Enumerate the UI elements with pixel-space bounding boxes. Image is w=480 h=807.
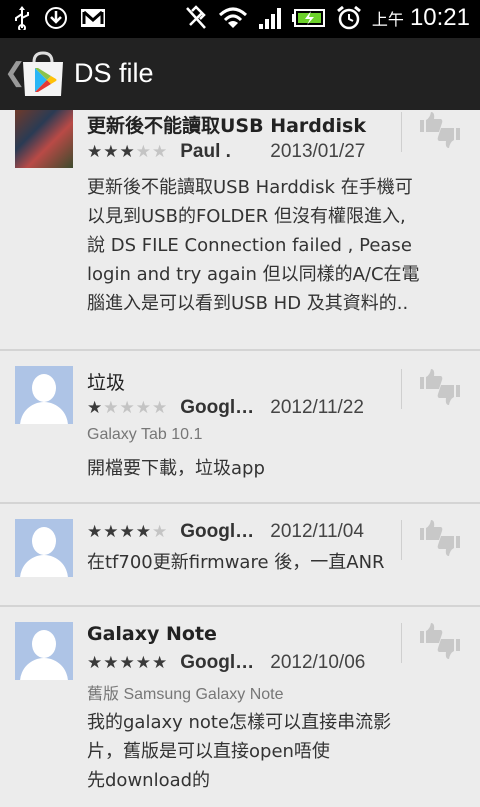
review-date: 2012/10/06 (270, 652, 366, 673)
star-rating: ★★★★★ (87, 142, 168, 162)
thumbs-up-down-icon[interactable] (418, 110, 462, 150)
star-empty-icon: ★ (135, 142, 152, 162)
star-rating: ★★★★★ (87, 653, 168, 673)
signal-icon (258, 8, 281, 29)
star-rating: ★★★★★ (87, 522, 168, 542)
review-title: 更新後不能讀取USB Harddisk (87, 115, 366, 137)
star-empty-icon: ★ (119, 398, 136, 418)
review-body-line: 片，舊版是可以直接open唔使 (87, 741, 330, 762)
review-body-line: 說 DS FILE Connection failed , Pease (87, 235, 412, 256)
review-item: 更新後不能讀取USB Harddisk ★★★★★ Paul . 2013/01… (0, 110, 480, 351)
star-empty-icon: ★ (103, 398, 120, 418)
review-body-line: 我的galaxy note怎樣可以直接串流影 (87, 712, 392, 733)
star-filled-icon: ★ (87, 398, 104, 418)
action-bar: ❮ DS file (0, 38, 480, 110)
star-filled-icon: ★ (119, 522, 136, 542)
thumbs-divider (401, 369, 402, 409)
avatar (15, 110, 73, 168)
star-filled-icon: ★ (119, 142, 136, 162)
review-meta: ★★★★★ Googl… 2012/11/04 (87, 520, 397, 544)
star-filled-icon: ★ (135, 522, 152, 542)
avatar (15, 366, 73, 424)
review-body-line: login and try again 但以同樣的A/C在電 (87, 264, 420, 285)
download-icon (45, 7, 67, 29)
star-filled-icon: ★ (103, 142, 120, 162)
review-date: 2013/01/27 (270, 141, 366, 162)
thumbs-up-down-icon[interactable] (418, 621, 462, 661)
review-author: Googl… (180, 397, 255, 418)
play-store-logo[interactable] (20, 50, 66, 98)
star-filled-icon: ★ (103, 653, 120, 673)
review-body-line: 以見到USB的FOLDER 但沒有權限進入, (87, 206, 406, 227)
avatar (15, 519, 73, 577)
usb-icon (15, 6, 29, 30)
review-item: ★★★★★ Googl… 2012/11/04 在tf700更新firmware… (0, 504, 480, 607)
star-filled-icon: ★ (119, 653, 136, 673)
thumbs-divider (401, 520, 402, 560)
star-filled-icon: ★ (152, 653, 169, 673)
review-body-line: 腦進入是可以看到USB HD 及其資料的.. (87, 293, 409, 314)
review-body: 我的galaxy note怎樣可以直接串流影 片，舊版是可以直接open唔使 先do… (87, 708, 467, 795)
review-item: Galaxy Note ★★★★★ Googl… 2012/10/06 舊版 S… (0, 607, 480, 807)
star-filled-icon: ★ (103, 522, 120, 542)
status-bar: 上午 10:21 (0, 0, 480, 38)
review-item: 垃圾 ★★★★★ Googl… 2012/11/22 Galaxy Tab 10… (0, 351, 480, 504)
review-body: 更新後不能讀取USB Harddisk 在手機可 以見到USB的FOLDER 但沒… (87, 173, 467, 318)
review-list[interactable]: 更新後不能讀取USB Harddisk ★★★★★ Paul . 2013/01… (0, 110, 480, 807)
review-author: Googl… (180, 652, 255, 673)
review-title: 垃圾 (87, 372, 126, 394)
review-title: Galaxy Note (87, 623, 217, 645)
gmail-icon (81, 9, 105, 27)
review-meta: ★★★★★ Googl… 2012/11/22 (87, 396, 397, 420)
review-date: 2012/11/04 (270, 521, 364, 542)
star-empty-icon: ★ (152, 398, 169, 418)
star-rating: ★★★★★ (87, 398, 168, 418)
vibrate-off-icon (185, 5, 206, 29)
review-body-line: 更新後不能讀取USB Harddisk 在手機可 (87, 177, 413, 198)
star-empty-icon: ★ (135, 398, 152, 418)
thumbs-divider (401, 112, 402, 152)
star-filled-icon: ★ (87, 522, 104, 542)
star-empty-icon: ★ (152, 142, 169, 162)
review-device: Galaxy Tab 10.1 (87, 426, 203, 443)
clock: 10:21 (409, 4, 470, 31)
thumbs-divider (401, 623, 402, 663)
wifi-icon (218, 7, 247, 28)
review-body: 在tf700更新firmware 後，一直ANR (87, 548, 467, 577)
star-filled-icon: ★ (87, 653, 104, 673)
review-body-line: 在tf700更新firmware 後，一直ANR (87, 552, 385, 573)
review-body: 開檔要下載，垃圾app (87, 454, 467, 483)
review-body-line: 開檔要下載，垃圾app (87, 458, 265, 479)
ampm-label: 上午 (371, 10, 404, 29)
star-filled-icon: ★ (135, 653, 152, 673)
review-author: Paul . (180, 141, 231, 162)
star-empty-icon: ★ (152, 522, 169, 542)
avatar (15, 622, 73, 680)
page-title: DS file (74, 58, 154, 88)
battery-icon (291, 9, 325, 27)
review-body-line: 先download的 (87, 770, 211, 791)
alarm-icon (336, 5, 361, 30)
thumbs-up-down-icon[interactable] (418, 518, 462, 558)
review-author: Googl… (180, 521, 255, 542)
review-meta: ★★★★★ Paul . 2013/01/27 (87, 140, 397, 164)
review-device: 舊版 Samsung Galaxy Note (87, 686, 284, 703)
star-filled-icon: ★ (87, 142, 104, 162)
review-date: 2012/11/22 (270, 397, 364, 418)
thumbs-up-down-icon[interactable] (418, 367, 462, 407)
review-meta: ★★★★★ Googl… 2012/10/06 (87, 651, 397, 675)
